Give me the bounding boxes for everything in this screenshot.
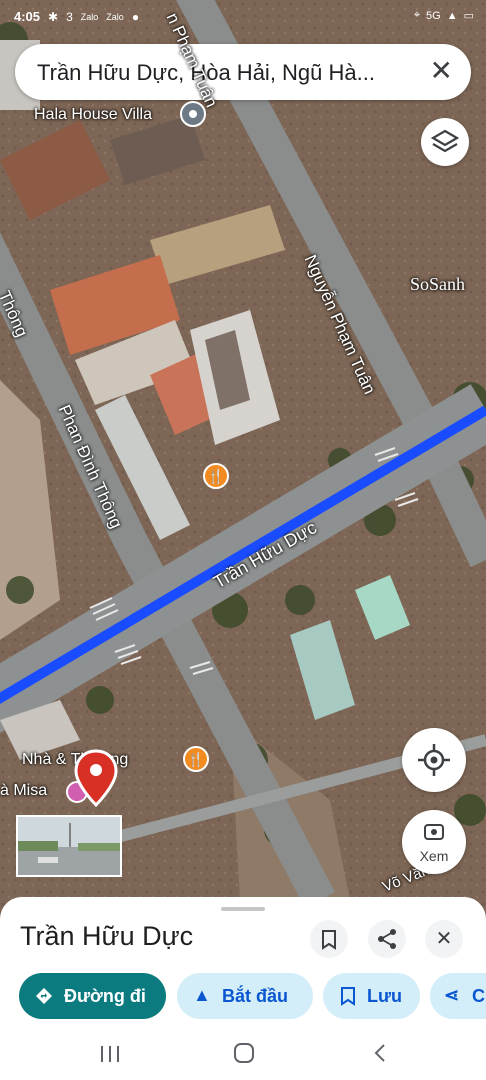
place-pin-icon[interactable] xyxy=(180,101,206,127)
location-icon: ⌖ xyxy=(413,9,421,21)
system-nav-bar xyxy=(0,1030,486,1080)
start-button[interactable]: ▲ Bắt đầu xyxy=(177,973,313,1019)
directions-button[interactable]: Đường đi xyxy=(19,973,166,1019)
bookmark-icon xyxy=(322,930,336,950)
place-title: Trần Hữu Dực xyxy=(20,921,194,951)
battery-icon: ▭ xyxy=(463,10,474,22)
share-chip[interactable]: ⋖ C xyxy=(430,973,486,1019)
my-location-icon xyxy=(418,744,450,776)
share-label: C xyxy=(472,986,485,1006)
status-bar: 4:05 ✱ 3 Zalo Zalo ● ⌖ 5G ▲ ▭ xyxy=(0,0,486,36)
street-view-label: Xem xyxy=(419,848,449,864)
search-input[interactable]: Trần Hữu Dực, Hòa Hải, Ngũ Hà... xyxy=(37,60,417,86)
bluetooth-icon: ✱ xyxy=(48,9,59,24)
street-view-button[interactable]: Xem xyxy=(402,810,466,874)
map-pin-icon[interactable] xyxy=(74,749,118,807)
street-view-thumbnail[interactable] xyxy=(16,815,122,877)
start-label: Bắt đầu xyxy=(222,986,289,1006)
layers-icon xyxy=(430,129,460,153)
back-icon[interactable] xyxy=(371,1042,389,1064)
3-icon: 3 xyxy=(66,9,73,24)
status-time: 4:05 xyxy=(14,9,41,24)
share-button[interactable] xyxy=(368,920,406,958)
save-button[interactable] xyxy=(310,920,348,958)
street-view-icon xyxy=(424,824,444,840)
street-view-image xyxy=(18,817,120,875)
share-icon: ⋖ xyxy=(444,985,460,1005)
recent-apps-icon[interactable] xyxy=(99,1044,121,1064)
place-nha-misa[interactable]: à Misa xyxy=(0,782,47,800)
dot-icon: ● xyxy=(131,9,140,24)
close-icon[interactable]: ✕ xyxy=(430,56,453,86)
navigation-arrow-icon: ▲ xyxy=(193,985,211,1005)
my-location-button[interactable] xyxy=(402,728,466,792)
directions-icon xyxy=(36,988,52,1004)
zalo-icon: Zalo xyxy=(106,11,124,22)
5g-signal-icon: 5G xyxy=(426,9,441,22)
layers-button[interactable] xyxy=(421,118,469,166)
home-icon[interactable] xyxy=(233,1042,255,1064)
signal-icon: ▲ xyxy=(446,9,458,22)
sheet-close-button[interactable]: ✕ xyxy=(425,920,463,958)
directions-label: Đường đi xyxy=(64,986,146,1006)
search-bar[interactable]: Trần Hữu Dực, Hòa Hải, Ngũ Hà... ✕ xyxy=(15,44,471,100)
close-icon: ✕ xyxy=(435,928,453,950)
place-hala-house-villa[interactable]: Hala House Villa xyxy=(34,106,152,124)
drag-handle[interactable] xyxy=(221,907,265,911)
zalo-icon: Zalo xyxy=(80,11,99,22)
share-icon xyxy=(378,929,396,949)
bookmark-icon xyxy=(341,987,355,1006)
watermark: SoSanh xyxy=(410,274,466,294)
save-chip[interactable]: Lưu xyxy=(323,973,420,1019)
save-label: Lưu xyxy=(367,986,403,1006)
restaurant-icon[interactable]: 🍴 xyxy=(203,463,229,489)
restaurant-icon[interactable]: 🍴 xyxy=(183,746,209,772)
